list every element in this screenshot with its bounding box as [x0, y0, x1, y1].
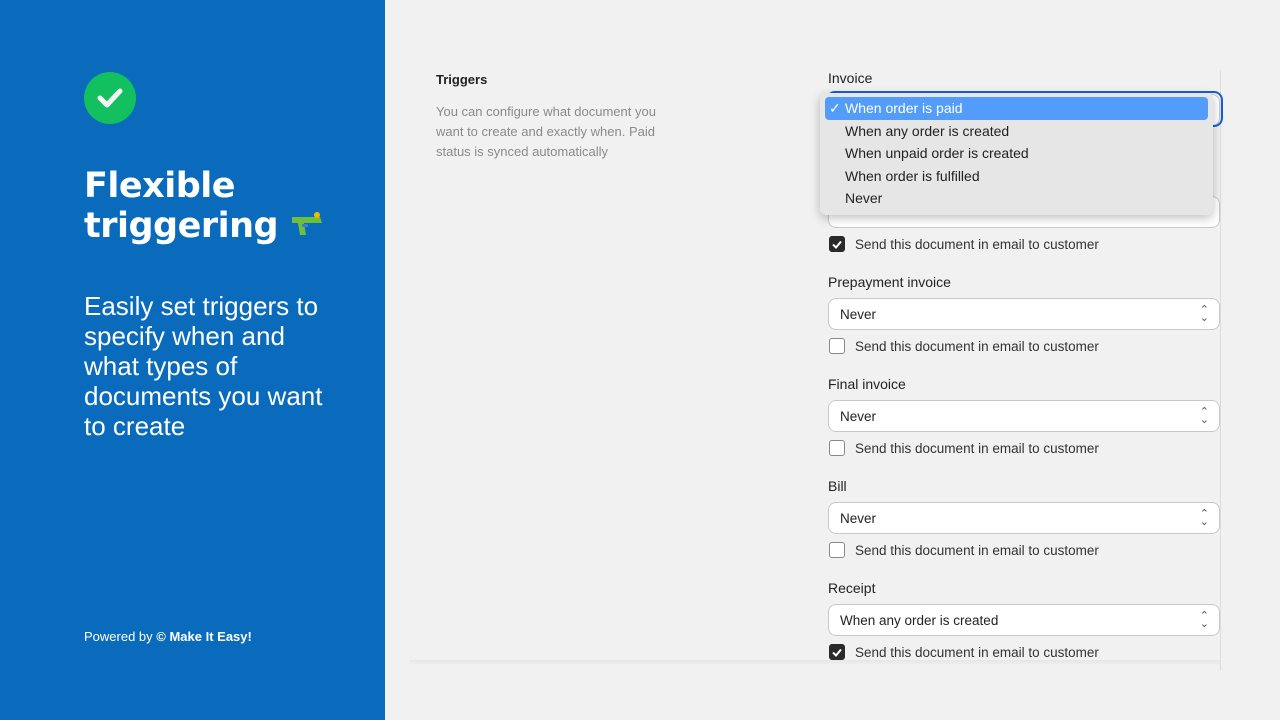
field-label: Prepayment invoice [828, 274, 951, 290]
menu-option[interactable]: When order is fulfilled [825, 165, 1208, 188]
bill-select[interactable]: Never ⌃ ⌄ [828, 502, 1220, 534]
check-circle-icon [84, 72, 136, 124]
invoice-dropdown-menu: ✓ When order is paid When any order is cr… [820, 93, 1213, 215]
checkbox-checked-icon[interactable] [829, 644, 845, 660]
promo-title: Flexible triggering [84, 166, 326, 246]
promo-subtitle: Easily set triggers to specify when and … [84, 291, 323, 441]
menu-option[interactable]: ✓ When order is paid [825, 97, 1208, 120]
field-label: Final invoice [828, 376, 906, 392]
final-invoice-field: Final invoice Never ⌃ ⌄ Send this document… [828, 376, 1220, 456]
email-checkbox[interactable]: Send this document in email to customer [828, 542, 1220, 558]
water-pistol-icon [291, 212, 322, 235]
chevron-updown-icon: ⌃ ⌄ [1199, 610, 1209, 630]
promo-panel: Flexible triggering Easily set triggers t… [0, 0, 385, 720]
checkbox-checked-icon[interactable] [829, 236, 845, 252]
email-checkbox[interactable]: Send this document in email to customer [828, 440, 1220, 456]
section-title: Triggers [436, 72, 488, 87]
menu-option[interactable]: When any order is created [825, 120, 1208, 143]
checkbox-icon[interactable] [829, 440, 845, 456]
brand-link[interactable]: © Make It Easy! [156, 629, 252, 644]
menu-option[interactable]: Never [825, 187, 1208, 210]
chevron-updown-icon: ⌃ ⌄ [1199, 304, 1209, 324]
receipt-select[interactable]: When any order is created ⌃ ⌄ [828, 604, 1220, 636]
email-checkbox[interactable]: Send this document in email to customer [828, 338, 1220, 354]
receipt-field: Receipt When any order is created ⌃ ⌄ Send… [828, 580, 1220, 660]
email-checkbox[interactable]: Send this document in email to customer [828, 236, 1220, 252]
chevron-updown-icon: ⌃ ⌄ [1199, 508, 1209, 528]
section-description: You can configure what document you want… [436, 104, 656, 159]
divider [1220, 70, 1221, 670]
field-label: Receipt [828, 580, 876, 596]
checkbox-icon[interactable] [829, 542, 845, 558]
prepayment-invoice-field: Prepayment invoice Never ⌃ ⌄ Send this doc… [828, 274, 1220, 354]
prepayment-invoice-select[interactable]: Never ⌃ ⌄ [828, 298, 1220, 330]
final-invoice-select[interactable]: Never ⌃ ⌄ [828, 400, 1220, 432]
checkbox-icon[interactable] [829, 338, 845, 354]
chevron-updown-icon: ⌃ ⌄ [1199, 406, 1209, 426]
divider [410, 660, 1220, 666]
field-label: Invoice [828, 70, 873, 86]
email-checkbox[interactable]: Send this document in email to customer [828, 644, 1220, 660]
menu-option[interactable]: When unpaid order is created [825, 142, 1208, 165]
field-label: Bill [828, 478, 847, 494]
bill-field: Bill Never ⌃ ⌄ Send this document in email… [828, 478, 1220, 558]
powered-by: Powered by © Make It Easy! [84, 629, 252, 644]
checkmark-icon: ✓ [829, 100, 841, 116]
